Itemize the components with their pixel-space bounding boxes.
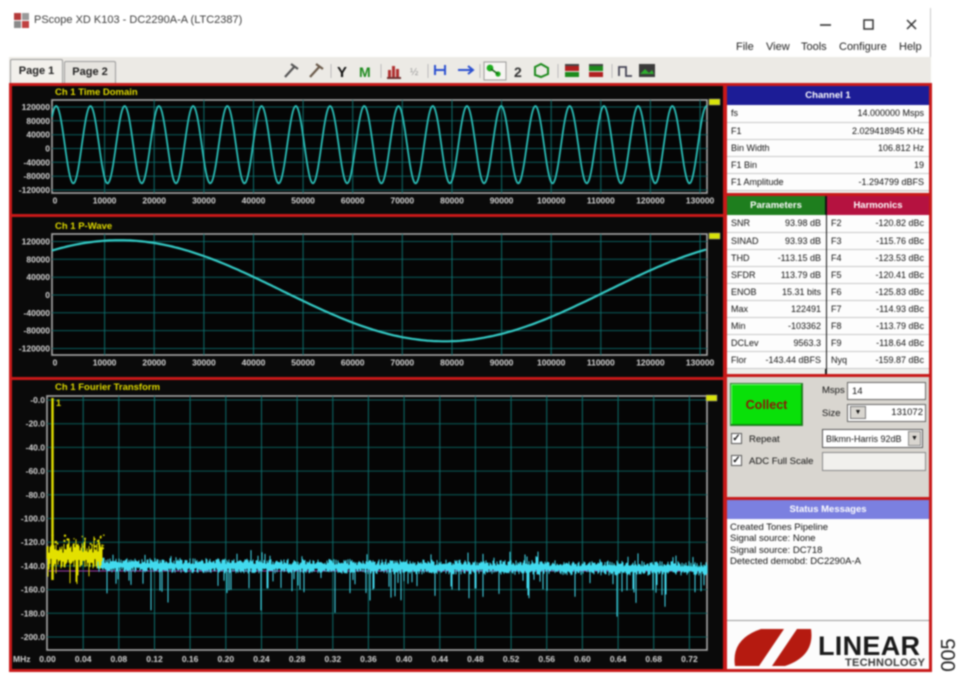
svg-text:30000: 30000 (192, 196, 216, 206)
svg-text:80000: 80000 (26, 254, 50, 264)
svg-text:0.08: 0.08 (111, 654, 128, 664)
svg-text:-80.0: -80.0 (26, 490, 46, 500)
svg-text:0: 0 (53, 196, 58, 206)
svg-text:MHz: MHz (13, 654, 30, 664)
svg-text:70000: 70000 (390, 358, 414, 368)
svg-text:0.48: 0.48 (467, 654, 484, 664)
svg-text:0.04: 0.04 (75, 654, 92, 664)
svg-text:90000: 90000 (490, 196, 514, 206)
svg-text:0.44: 0.44 (432, 654, 449, 664)
svg-text:Ch 1 Fourier Transform: Ch 1 Fourier Transform (55, 382, 160, 393)
svg-text:90000: 90000 (490, 358, 514, 368)
svg-text:-120.0: -120.0 (21, 537, 45, 547)
svg-text:0.28: 0.28 (289, 654, 306, 664)
svg-text:80000: 80000 (440, 196, 464, 206)
svg-text:30000: 30000 (192, 358, 216, 368)
svg-text:-120000: -120000 (19, 185, 50, 195)
svg-text:120000: 120000 (22, 237, 51, 247)
svg-text:40000: 40000 (242, 196, 266, 206)
svg-text:0: 0 (45, 144, 50, 154)
svg-text:-100.0: -100.0 (21, 514, 45, 524)
svg-text:10000: 10000 (93, 358, 117, 368)
svg-text:110000: 110000 (587, 358, 615, 368)
svg-text:10000: 10000 (93, 196, 117, 206)
svg-text:130000: 130000 (686, 196, 715, 206)
svg-text:-40000: -40000 (24, 308, 51, 318)
svg-text:120000: 120000 (636, 196, 665, 206)
svg-text:0.60: 0.60 (574, 654, 591, 664)
svg-text:120000: 120000 (636, 358, 665, 368)
svg-text:0.16: 0.16 (182, 654, 199, 664)
svg-text:20000: 20000 (142, 358, 166, 368)
svg-text:20000: 20000 (142, 196, 166, 206)
svg-text:-20.0: -20.0 (26, 419, 46, 429)
svg-text:0.68: 0.68 (645, 654, 662, 664)
svg-text:-80000: -80000 (24, 171, 51, 181)
svg-text:-160.0: -160.0 (21, 585, 45, 595)
svg-text:80000: 80000 (26, 116, 50, 126)
svg-text:70000: 70000 (390, 196, 414, 206)
svg-text:50000: 50000 (291, 196, 315, 206)
svg-text:40000: 40000 (242, 358, 266, 368)
svg-text:0.20: 0.20 (218, 654, 235, 664)
svg-text:40000: 40000 (26, 130, 50, 140)
svg-text:130000: 130000 (686, 358, 715, 368)
svg-text:-40000: -40000 (24, 157, 51, 167)
svg-text:0.52: 0.52 (503, 654, 520, 664)
svg-text:1: 1 (56, 398, 61, 408)
svg-text:80000: 80000 (440, 358, 464, 368)
svg-text:-120000: -120000 (19, 344, 50, 354)
svg-text:60000: 60000 (341, 196, 365, 206)
svg-text:2: 2 (514, 64, 522, 80)
svg-text:100000: 100000 (537, 358, 566, 368)
svg-text:-200.0: -200.0 (21, 632, 45, 642)
svg-text:0.36: 0.36 (360, 654, 377, 664)
svg-text:Ch 1 P-Wave: Ch 1 P-Wave (55, 221, 112, 232)
svg-text:-140.0: -140.0 (21, 561, 45, 571)
svg-text:0.24: 0.24 (253, 654, 270, 664)
svg-text:0.64: 0.64 (610, 654, 627, 664)
svg-text:110000: 110000 (587, 196, 615, 206)
svg-text:-40.0: -40.0 (26, 442, 46, 452)
svg-text:0.40: 0.40 (396, 654, 413, 664)
svg-text:0.72: 0.72 (681, 654, 698, 664)
svg-text:120000: 120000 (22, 102, 51, 112)
svg-text:40000: 40000 (26, 272, 50, 282)
svg-text:-80000: -80000 (24, 326, 51, 336)
svg-text:100000: 100000 (537, 196, 566, 206)
svg-text:M: M (359, 64, 371, 80)
svg-text:½: ½ (410, 67, 419, 78)
svg-text:TECHNOLOGY: TECHNOLOGY (845, 657, 926, 669)
svg-text:-60.0: -60.0 (26, 466, 46, 476)
svg-text:60000: 60000 (341, 358, 365, 368)
svg-text:0.12: 0.12 (146, 654, 163, 664)
svg-text:Y: Y (337, 64, 347, 81)
svg-text:0.32: 0.32 (325, 654, 342, 664)
svg-text:-180.0: -180.0 (21, 608, 45, 618)
svg-text:0.00: 0.00 (39, 654, 56, 664)
svg-text:-0.0: -0.0 (30, 395, 45, 405)
svg-text:0.56: 0.56 (538, 654, 555, 664)
svg-text:0: 0 (45, 290, 50, 300)
svg-text:0: 0 (53, 358, 58, 368)
svg-text:50000: 50000 (291, 358, 315, 368)
svg-text:Ch 1 Time Domain: Ch 1 Time Domain (55, 87, 138, 98)
